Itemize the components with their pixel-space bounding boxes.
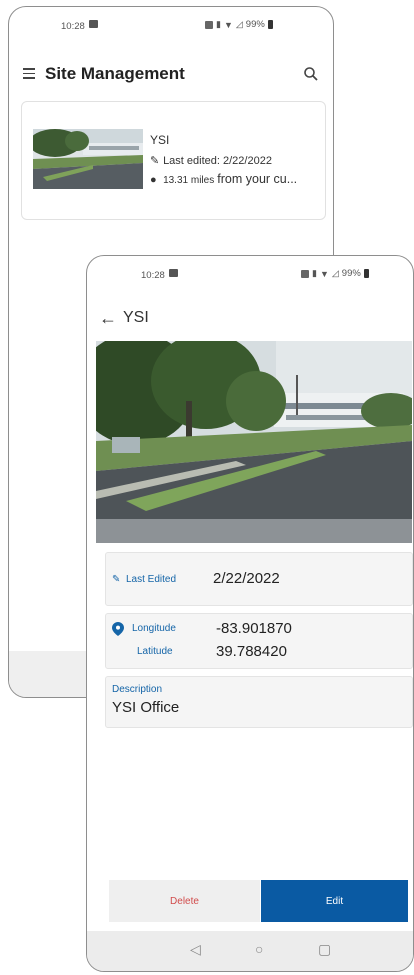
battery-icon — [363, 269, 369, 278]
distance-value: 13.31 miles — [163, 175, 215, 186]
battery-percent: 99% — [245, 19, 265, 30]
longitude-value: -83.901870 — [216, 620, 292, 637]
nav-back-icon[interactable]: ◁ — [190, 941, 201, 958]
back-arrow-icon[interactable]: ← — [99, 308, 117, 329]
description-label: Description — [112, 684, 163, 695]
pencil-icon: ✎ — [150, 155, 160, 167]
status-time: 10:28 — [141, 270, 165, 281]
description-value: YSI Office — [112, 699, 180, 716]
last-edited-row: ✎ Last edited: 2/22/2022 — [150, 154, 272, 167]
edit-button[interactable]: Edit — [261, 880, 408, 922]
wifi-icon: ▼ — [223, 19, 233, 30]
signal-icon: ◿ — [235, 19, 243, 29]
status-bar: 10:28 ▮ ▼ ◿ 99% — [9, 7, 333, 37]
last-edited-card: ✎ Last Edited 2/22/2022 — [105, 552, 413, 606]
screenshot-icon — [89, 20, 98, 28]
location-card: Longitude -83.901870 Latitude 39.788420 — [105, 613, 413, 669]
delete-button[interactable]: Delete — [109, 880, 260, 922]
site-photo — [96, 341, 412, 543]
latitude-label: Latitude — [137, 646, 173, 657]
last-edited-label: Last Edited — [126, 574, 177, 585]
site-list-item[interactable]: YSI ✎ Last edited: 2/22/2022 ● 13.31 mil… — [21, 101, 326, 220]
nav-recents-icon[interactable]: ▢ — [318, 941, 331, 958]
site-detail-screen: 10:28 ▮ ▼ ◿ 99% ← YSI ✎ Last Edited 2/22… — [86, 255, 414, 972]
nav-home-icon[interactable]: ○ — [255, 941, 263, 957]
site-name: YSI — [150, 133, 170, 147]
page-title: Site Management — [45, 64, 185, 83]
status-bar: 10:28 ▮ ▼ ◿ 99% — [87, 256, 413, 286]
wifi-icon: ▼ — [319, 268, 329, 279]
status-icons: ▮ ▼ ◿ 99% — [301, 268, 369, 279]
vibrate-icon: ▮ — [312, 268, 317, 278]
longitude-label: Longitude — [132, 623, 176, 634]
last-edited-value: 2/22/2022 — [213, 570, 280, 587]
distance-text: from your cu... — [217, 172, 298, 186]
search-icon[interactable] — [303, 66, 319, 82]
description-card: Description YSI Office — [105, 676, 413, 728]
page-title: YSI — [123, 309, 149, 326]
nfc-icon — [301, 269, 309, 278]
battery-percent: 99% — [341, 268, 361, 279]
latitude-value: 39.788420 — [216, 643, 287, 660]
app-bar: Site Management — [9, 55, 333, 95]
pencil-icon: ✎ — [112, 574, 121, 585]
location-pin-icon — [112, 622, 124, 636]
status-icons: ▮ ▼ ◿ 99% — [205, 19, 273, 30]
status-time: 10:28 — [61, 21, 85, 32]
nfc-icon — [205, 20, 213, 29]
last-edited-label: Last edited: — [163, 155, 220, 167]
system-navigation-bar: ◁ ○ ▢ — [87, 931, 413, 971]
signal-icon: ◿ — [331, 268, 339, 278]
location-pin-icon: ● — [150, 174, 157, 186]
last-edited-date: 2/22/2022 — [223, 155, 272, 167]
screenshot-icon — [169, 269, 178, 277]
site-thumbnail — [33, 129, 143, 189]
vibrate-icon: ▮ — [216, 19, 221, 29]
hamburger-menu-icon[interactable] — [23, 68, 35, 79]
distance-row: ● 13.31 miles from your cu... — [150, 172, 297, 186]
battery-icon — [267, 20, 273, 29]
